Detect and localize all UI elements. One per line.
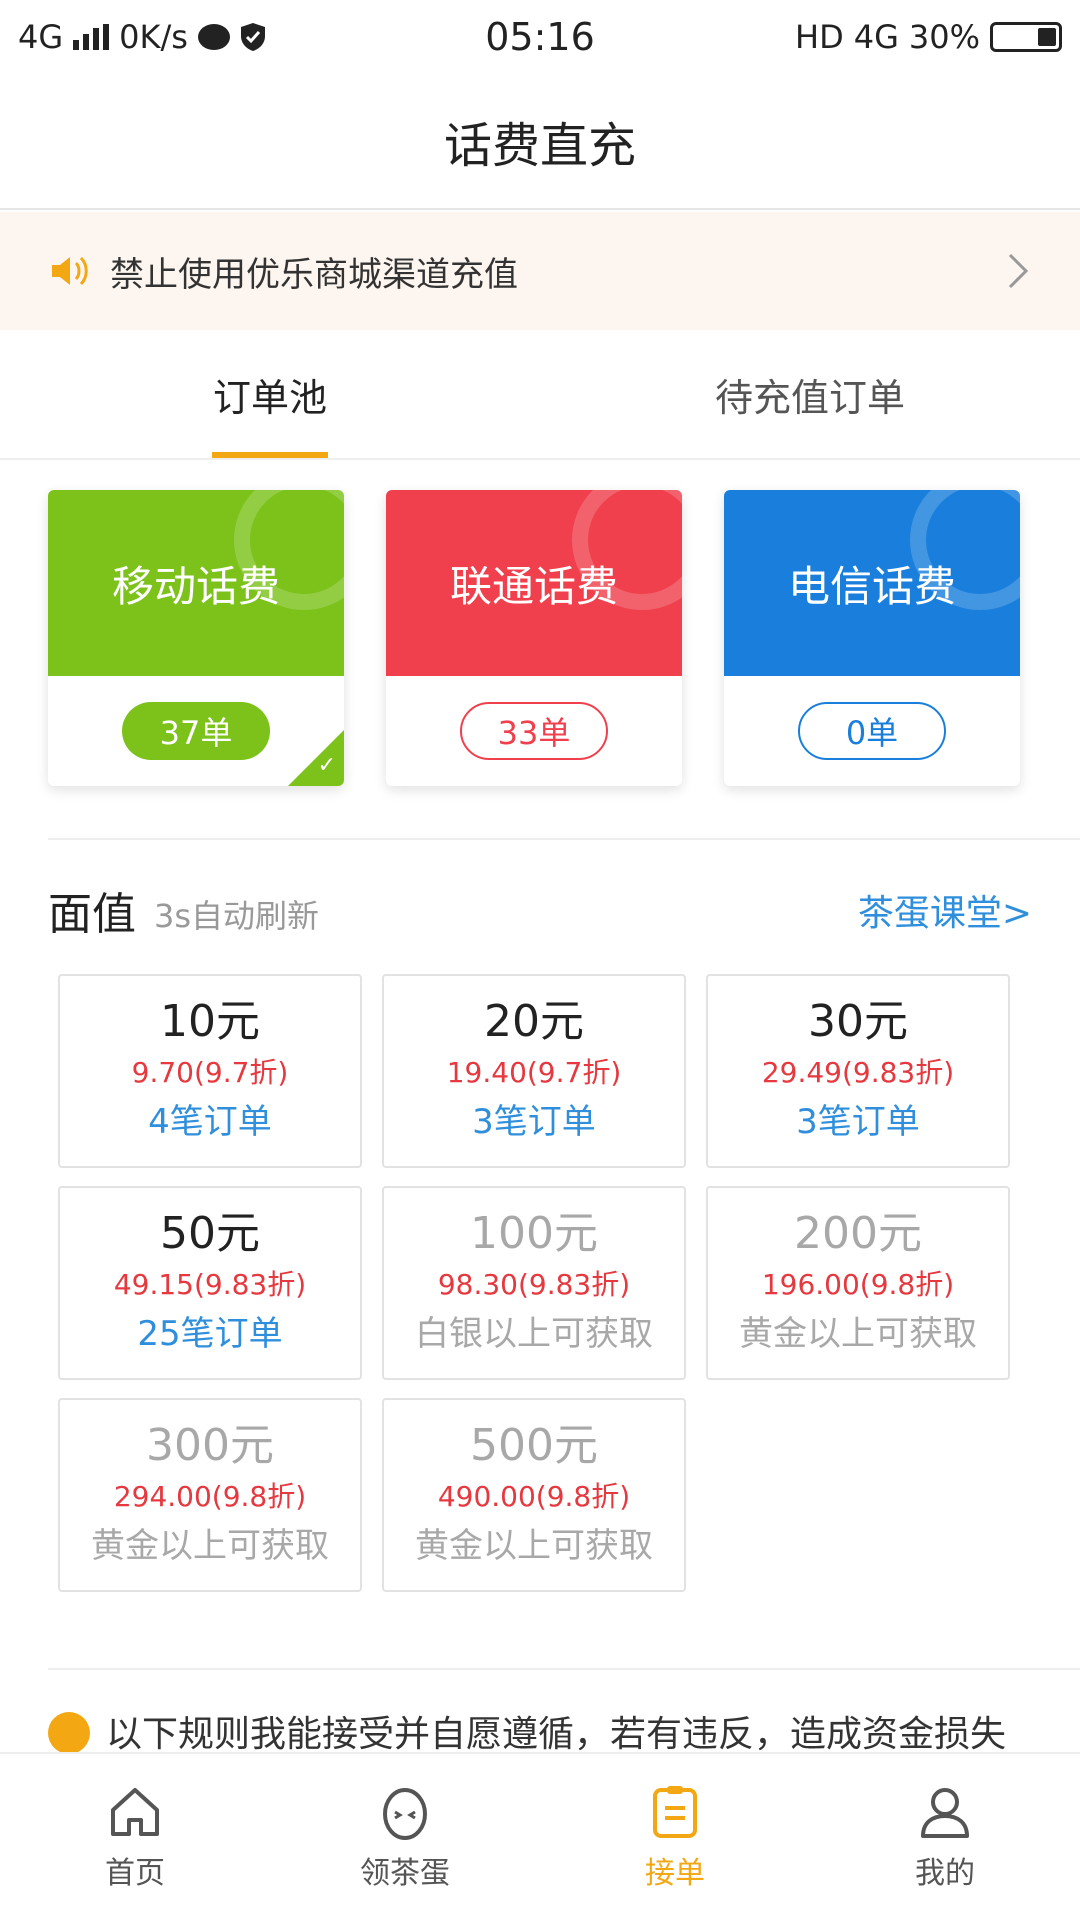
hd-indicator: HD — [795, 18, 844, 56]
tile-requirement: 白银以上可获取 — [415, 1314, 653, 1354]
tile-amount: 20元 — [484, 996, 584, 1047]
denomination-tile-20[interactable]: 20元 19.40(9.7折) 3笔订单 — [382, 974, 686, 1168]
tile-amount: 200元 — [794, 1208, 922, 1259]
nav-mine[interactable]: 我的 — [810, 1754, 1080, 1920]
nav-get-egg[interactable]: 领茶蛋 — [270, 1754, 540, 1920]
carrier-card-mobile[interactable]: 移动话费 37单 ✓ — [48, 490, 344, 786]
clock: 05:16 — [485, 15, 595, 59]
nav-home[interactable]: 首页 — [0, 1754, 270, 1920]
denomination-tile-300[interactable]: 300元 294.00(9.8折) 黄金以上可获取 — [58, 1398, 362, 1592]
shield-icon — [240, 23, 265, 51]
tile-price: 9.70(9.7折) — [131, 1056, 289, 1089]
tile-price: 29.49(9.83折) — [761, 1056, 955, 1089]
battery-icon — [990, 22, 1062, 52]
signal-icon — [73, 24, 110, 50]
agreement-row[interactable]: 以下规则我能接受并自愿遵循，若有违反，造成资金损失 — [48, 1712, 1048, 1752]
tab-pending-recharge[interactable]: 待充值订单 — [540, 330, 1080, 458]
tab-order-pool[interactable]: 订单池 — [0, 330, 540, 458]
denomination-tile-100[interactable]: 100元 98.30(9.83折) 白银以上可获取 — [382, 1186, 686, 1380]
tile-amount: 500元 — [470, 1420, 598, 1471]
tile-price: 98.30(9.83折) — [437, 1268, 631, 1301]
tile-price: 49.15(9.83折) — [113, 1268, 307, 1301]
nav-label: 首页 — [105, 1856, 165, 1891]
denomination-tile-200[interactable]: 200元 196.00(9.8折) 黄金以上可获取 — [706, 1186, 1010, 1380]
denomination-header: 面值 3s自动刷新 茶蛋课堂> — [48, 880, 1032, 940]
egg-icon — [383, 1788, 427, 1840]
carrier-cards: 移动话费 37单 ✓ 联通话费 33单 电信话费 0单 — [48, 490, 1048, 790]
tile-requirement: 黄金以上可获取 — [739, 1314, 977, 1354]
carrier-card-unicom[interactable]: 联通话费 33单 — [386, 490, 682, 786]
tile-amount: 10元 — [160, 996, 260, 1047]
tile-requirement: 黄金以上可获取 — [415, 1526, 653, 1566]
denomination-tile-10[interactable]: 10元 9.70(9.7折) 4笔订单 — [58, 974, 362, 1168]
tile-orders: 3笔订单 — [796, 1102, 920, 1142]
app-header: 话费直充 — [0, 74, 1080, 210]
notice-text: 禁止使用优乐商城渠道充值 — [110, 254, 518, 295]
order-count-badge: 37单 — [122, 702, 270, 760]
tile-amount: 100元 — [470, 1208, 598, 1259]
denomination-tile-30[interactable]: 30元 29.49(9.83折) 3笔订单 — [706, 974, 1010, 1168]
tutorial-link[interactable]: 茶蛋课堂> — [858, 884, 1032, 936]
network-type: 4G — [18, 18, 64, 56]
nav-label: 领茶蛋 — [360, 1856, 450, 1891]
chevron-right-icon — [1008, 253, 1029, 289]
net-speed: 0K/s — [119, 18, 188, 56]
carrier-card-telecom[interactable]: 电信话费 0单 — [724, 490, 1020, 786]
denomination-tile-50[interactable]: 50元 49.15(9.83折) 25笔订单 — [58, 1186, 362, 1380]
speaker-icon — [52, 256, 88, 286]
home-icon — [111, 1788, 159, 1836]
user-icon — [921, 1788, 969, 1838]
nav-label: 我的 — [915, 1856, 975, 1891]
tile-price: 196.00(9.8折) — [761, 1268, 955, 1301]
agree-checkbox-icon[interactable] — [48, 1712, 90, 1752]
order-count-badge: 33单 — [460, 702, 608, 760]
message-icon — [197, 24, 230, 50]
bottom-nav: 首页 领茶蛋 接单 我的 — [0, 1752, 1080, 1920]
tile-amount: 30元 — [808, 996, 908, 1047]
battery-percent: 30% — [908, 18, 980, 56]
tile-amount: 50元 — [160, 1208, 260, 1259]
nav-take-order[interactable]: 接单 — [540, 1754, 810, 1920]
denomination-tile-500[interactable]: 500元 490.00(9.8折) 黄金以上可获取 — [382, 1398, 686, 1592]
network-type-right: 4G — [853, 18, 899, 56]
agreement-text: 以下规则我能接受并自愿遵循，若有违反，造成资金损失 — [106, 1714, 1007, 1752]
status-bar: 4G 0K/s 05:16 HD 4G 30% — [0, 0, 1080, 74]
divider — [48, 838, 1080, 840]
page-title: 话费直充 — [443, 118, 636, 174]
tile-requirement: 黄金以上可获取 — [91, 1526, 329, 1566]
tile-orders: 25笔订单 — [137, 1314, 283, 1354]
check-icon: ✓ — [317, 753, 336, 778]
tab-bar: 订单池 待充值订单 — [0, 330, 1080, 460]
divider — [48, 1668, 1080, 1670]
tile-amount: 300元 — [146, 1420, 274, 1471]
tile-orders: 3笔订单 — [472, 1102, 596, 1142]
auto-refresh-hint: 3s自动刷新 — [154, 897, 320, 935]
tile-price: 490.00(9.8折) — [437, 1480, 631, 1513]
tile-price: 19.40(9.7折) — [446, 1056, 622, 1089]
order-icon — [653, 1786, 697, 1838]
tile-price: 294.00(9.8折) — [113, 1480, 307, 1513]
nav-label: 接单 — [645, 1856, 705, 1891]
tile-orders: 4笔订单 — [148, 1102, 272, 1142]
notice-bar[interactable]: 禁止使用优乐商城渠道充值 — [0, 212, 1080, 330]
order-count-badge: 0单 — [798, 702, 946, 760]
section-title: 面值 — [48, 889, 136, 940]
